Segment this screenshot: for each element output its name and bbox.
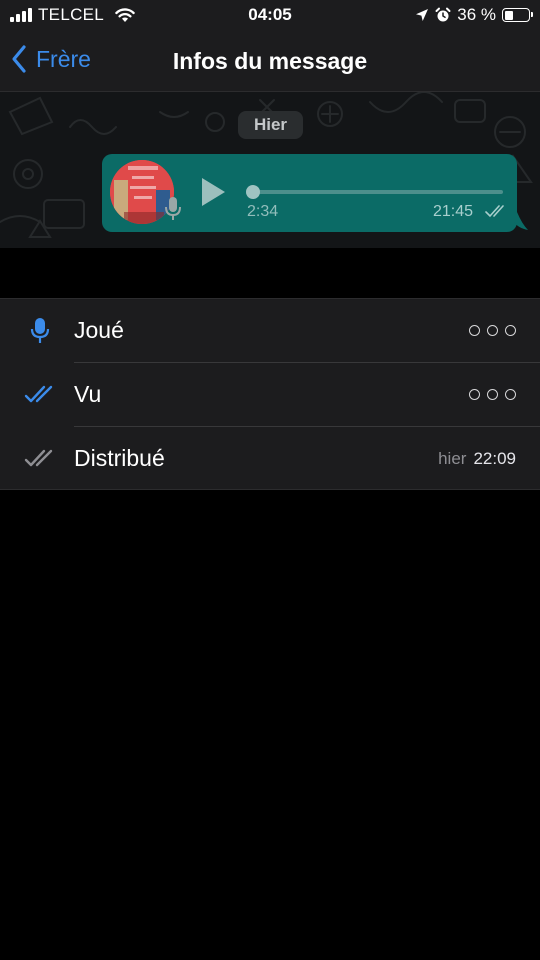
play-icon[interactable]	[199, 176, 227, 208]
info-row-label: Joué	[74, 317, 124, 343]
bubble-tail	[514, 212, 528, 230]
status-bar: TELCEL 04:05 36 %	[0, 0, 540, 30]
microphone-icon	[24, 315, 56, 347]
info-row-label: Vu	[74, 381, 102, 407]
message-time: 21:45	[433, 203, 474, 220]
audio-progress-knob[interactable]	[246, 185, 260, 199]
pending-dots	[469, 325, 516, 336]
microphone-icon	[165, 197, 181, 220]
alarm-clock-icon	[435, 7, 451, 22]
date-chip: Hier	[238, 111, 303, 139]
battery-fill	[504, 10, 513, 20]
message-info-list: Joué Vu Distribué hier 22:09	[0, 298, 540, 490]
battery-percentage: 36 %	[457, 5, 496, 24]
navigation-bar: Frère Infos du message	[0, 30, 540, 92]
back-button-label: Frère	[36, 45, 91, 72]
delivered-timestamp: hier 22:09	[438, 449, 516, 469]
battery-icon	[502, 8, 533, 22]
info-row-read: Vu	[0, 363, 540, 427]
voice-duration: 2:34	[247, 203, 279, 220]
info-row-delivered: Distribué hier 22:09	[0, 427, 540, 491]
delivered-time: 22:09	[473, 449, 516, 468]
double-check-gray-icon	[24, 443, 56, 475]
location-arrow-icon	[416, 9, 429, 21]
double-check-blue-icon	[24, 379, 56, 411]
info-row-label: Distribué	[74, 445, 165, 471]
status-right: 36 %	[415, 5, 533, 25]
audio-progress-track[interactable]	[250, 190, 503, 194]
delivered-day: hier	[438, 449, 467, 468]
chevron-left-icon	[12, 45, 26, 73]
pending-dots	[469, 389, 516, 400]
double-check-icon	[485, 205, 504, 218]
info-row-played: Joué	[0, 299, 540, 363]
back-button[interactable]: Frère	[10, 44, 91, 74]
